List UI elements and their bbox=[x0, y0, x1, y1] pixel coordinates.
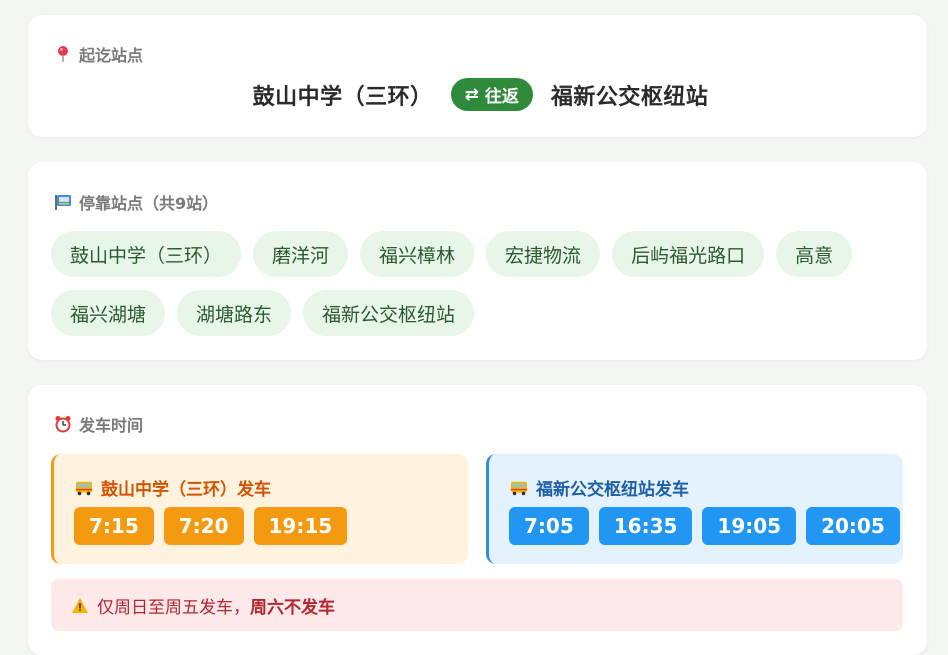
alarm-clock-icon bbox=[54, 415, 72, 433]
service-notice: 仅周日至周五发车，周六不发车 bbox=[51, 579, 903, 631]
times-section-label: 发车时间 bbox=[79, 416, 144, 435]
stop-item[interactable]: 宏捷物流 bbox=[486, 231, 601, 277]
departure-time-chip[interactable]: 19:05 bbox=[702, 507, 797, 545]
stop-list: 鼓山中学（三环） 磨洋河 福兴樟林 宏捷物流 后屿福光路口 高意 福兴湖塘 湖塘… bbox=[51, 231, 901, 336]
notice-emphasis: 周六不发车 bbox=[250, 597, 335, 618]
swap-arrows-icon: ⇄ bbox=[464, 84, 479, 105]
stop-item[interactable]: 福兴樟林 bbox=[360, 231, 475, 277]
route-section-title: 起讫站点 bbox=[54, 42, 143, 66]
stop-item[interactable]: 高意 bbox=[776, 231, 853, 277]
pushpin-icon bbox=[54, 45, 72, 63]
departures-from-end-title: 福新公交枢纽站发车 bbox=[510, 475, 689, 500]
departures-from-start: 鼓山中学（三环）发车 7:15 7:20 19:15 bbox=[51, 454, 468, 564]
route-card: 起讫站点 鼓山中学（三环） ⇄ 往返 福新公交枢纽站 bbox=[28, 15, 927, 137]
route-summary: 鼓山中学（三环） ⇄ 往返 福新公交枢纽站 bbox=[31, 78, 930, 111]
stop-item[interactable]: 福兴湖塘 bbox=[51, 290, 166, 336]
stops-card: 停靠站点（共9站） 鼓山中学（三环） 磨洋河 福兴樟林 宏捷物流 后屿福光路口 … bbox=[28, 162, 927, 360]
departure-time-chip[interactable]: 7:20 bbox=[163, 507, 244, 545]
departures-from-start-title: 鼓山中学（三环）发车 bbox=[75, 475, 271, 500]
stop-item[interactable]: 湖塘路东 bbox=[177, 290, 292, 336]
bus-icon bbox=[75, 479, 93, 497]
departure-time-list: 7:05 16:35 19:05 20:05 bbox=[509, 507, 900, 545]
stop-item[interactable]: 后屿福光路口 bbox=[612, 231, 765, 277]
times-card: 发车时间 鼓山中学（三环）发车 7:15 7:20 19:15 福新公交枢纽站发… bbox=[28, 385, 927, 655]
stops-section-title: 停靠站点（共9站） bbox=[54, 190, 218, 214]
stop-item[interactable]: 福新公交枢纽站 bbox=[303, 290, 475, 336]
warning-icon bbox=[71, 596, 89, 614]
departures-from-end: 福新公交枢纽站发车 7:05 16:35 19:05 20:05 bbox=[486, 454, 903, 564]
departures-from-start-label: 鼓山中学（三环）发车 bbox=[101, 480, 271, 500]
departures-from-end-label: 福新公交枢纽站发车 bbox=[536, 480, 689, 500]
round-trip-label: 往返 bbox=[484, 87, 519, 107]
bus-stop-icon bbox=[54, 193, 72, 211]
stops-section-label: 停靠站点（共9站） bbox=[79, 194, 219, 213]
departure-time-chip[interactable]: 7:05 bbox=[509, 507, 589, 545]
end-terminal: 福新公交枢纽站 bbox=[550, 84, 709, 110]
departure-time-chip[interactable]: 19:15 bbox=[253, 507, 348, 545]
bus-icon bbox=[510, 479, 528, 497]
departure-time-chip[interactable]: 16:35 bbox=[598, 507, 693, 545]
route-section-label: 起讫站点 bbox=[79, 46, 144, 65]
start-terminal: 鼓山中学（三环） bbox=[252, 84, 433, 110]
times-section-title: 发车时间 bbox=[54, 412, 143, 436]
stop-item[interactable]: 磨洋河 bbox=[253, 231, 349, 277]
departure-time-list: 7:15 7:20 19:15 bbox=[74, 507, 348, 545]
departure-time-chip[interactable]: 7:15 bbox=[74, 507, 154, 545]
round-trip-badge: ⇄ 往返 bbox=[450, 78, 533, 111]
stop-item[interactable]: 鼓山中学（三环） bbox=[51, 231, 242, 277]
notice-main-text: 仅周日至周五发车， bbox=[97, 597, 250, 618]
departure-time-chip[interactable]: 20:05 bbox=[806, 507, 900, 545]
notice-text: 仅周日至周五发车，周六不发车 bbox=[97, 593, 335, 618]
